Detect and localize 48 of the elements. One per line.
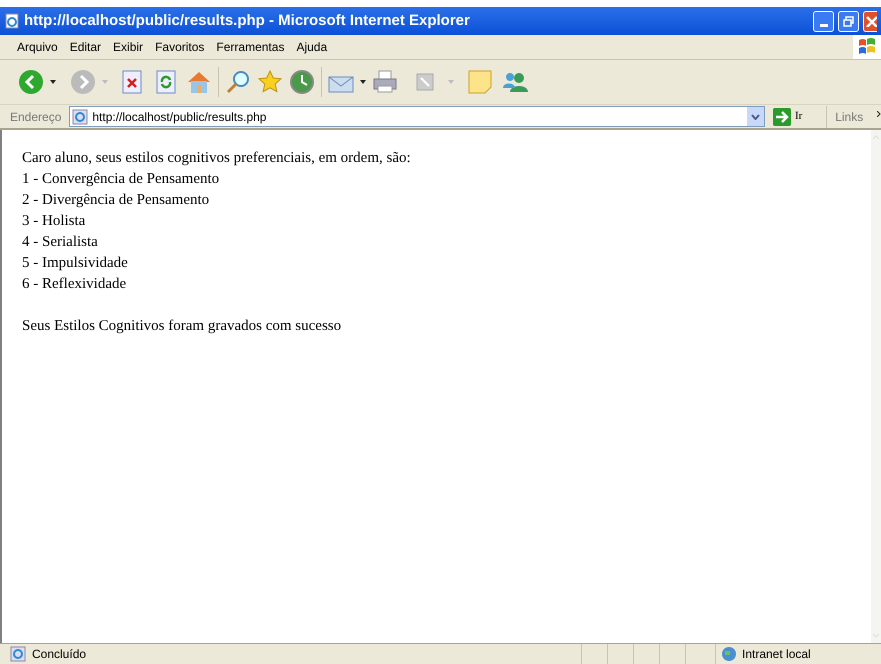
close-icon bbox=[864, 15, 876, 27]
dropdown-icon[interactable] bbox=[50, 80, 56, 84]
zone-text: Intranet local bbox=[742, 646, 811, 663]
menu-item[interactable]: Favoritos bbox=[150, 38, 210, 56]
windows-logo bbox=[853, 35, 881, 59]
note-icon[interactable] bbox=[468, 70, 492, 94]
go-button[interactable]: Ir bbox=[768, 108, 806, 126]
chevron-icon[interactable] bbox=[877, 110, 881, 116]
page-icon bbox=[72, 108, 88, 124]
home-button[interactable] bbox=[186, 69, 212, 95]
address-field[interactable]: http://localhost/public/results.php bbox=[69, 106, 765, 127]
menu-item[interactable]: Ajuda bbox=[291, 38, 332, 56]
dropdown-button[interactable] bbox=[746, 107, 764, 126]
style-item: 6 - Reflexividade bbox=[22, 275, 128, 294]
stop-button[interactable] bbox=[122, 70, 142, 94]
restore-icon bbox=[843, 16, 854, 26]
history-button[interactable] bbox=[289, 69, 315, 95]
refresh-button[interactable] bbox=[156, 70, 176, 94]
address-label: Endereço bbox=[10, 108, 62, 126]
window-icon[interactable] bbox=[416, 73, 434, 91]
page-icon bbox=[10, 646, 26, 662]
status-text: Concluído bbox=[32, 646, 88, 663]
search-button[interactable] bbox=[225, 69, 251, 95]
style-item: 3 - Holista bbox=[22, 212, 86, 231]
menu-item[interactable]: Arquivo bbox=[12, 38, 63, 56]
style-item: 4 - Serialista bbox=[22, 233, 99, 252]
forward-button[interactable] bbox=[70, 69, 96, 95]
star-icon[interactable] bbox=[257, 69, 283, 95]
minimize-button[interactable] bbox=[813, 10, 834, 32]
window-title: http://localhost/public/results.php - Microsoft Internet Explorer bbox=[24, 10, 471, 31]
printer-icon[interactable] bbox=[372, 70, 398, 94]
restore-button[interactable] bbox=[838, 10, 859, 32]
page-icon bbox=[4, 13, 20, 29]
links-button[interactable]: Links bbox=[835, 108, 864, 126]
style-item: 1 - Convergência de Pensamento bbox=[22, 170, 220, 189]
dropdown-icon[interactable] bbox=[360, 80, 366, 84]
style-item: 2 - Divergência de Pensamento bbox=[22, 191, 210, 210]
menu-item[interactable]: Editar bbox=[64, 38, 106, 56]
back-button[interactable] bbox=[18, 69, 44, 95]
chevron-down-icon bbox=[750, 114, 760, 120]
menu-item[interactable]: Exibir bbox=[108, 38, 148, 56]
globe-icon bbox=[720, 646, 738, 662]
menu-item[interactable]: Ferramentas bbox=[211, 38, 290, 56]
success-message: Seus Estilos Cognitivos foram gravados com sucesso bbox=[22, 317, 342, 336]
close-button[interactable] bbox=[863, 10, 877, 32]
people-icon[interactable] bbox=[502, 70, 528, 94]
intro-text: Caro aluno, seus estilos cognitivos preferenciais, em ordem, são: bbox=[22, 149, 412, 168]
style-item: 5 - Impulsividade bbox=[22, 254, 129, 273]
